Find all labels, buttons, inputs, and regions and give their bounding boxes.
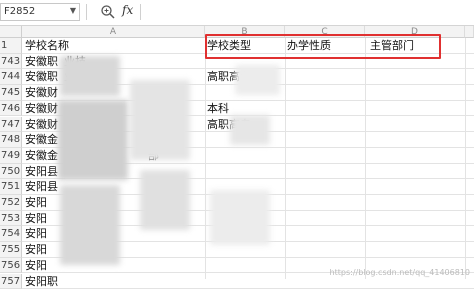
- cell-school-name[interactable]: 安阳: [25, 242, 47, 257]
- row-header[interactable]: 1: [0, 38, 22, 54]
- cell-school-type[interactable]: 本科: [207, 101, 229, 116]
- fx-button[interactable]: fx: [122, 3, 133, 17]
- row-header[interactable]: 756: [0, 258, 22, 274]
- redaction-blur: [210, 190, 270, 245]
- redaction-blur: [60, 185, 120, 265]
- row-header[interactable]: 752: [0, 195, 22, 211]
- row-header[interactable]: 753: [0, 211, 22, 227]
- separator: [86, 4, 87, 20]
- cell-school-name[interactable]: 安阳: [25, 211, 47, 226]
- cell-school-name[interactable]: 安徽职: [25, 69, 58, 84]
- header-school-name[interactable]: 学校名称: [25, 38, 69, 53]
- cell-school-name[interactable]: 安阳: [25, 226, 47, 241]
- cell-school-name[interactable]: 安阳职: [25, 274, 58, 289]
- row-header[interactable]: 755: [0, 242, 22, 258]
- cell-school-name[interactable]: 安阳县: [25, 164, 58, 179]
- cell-school-name[interactable]: 安徽职: [25, 54, 58, 69]
- separator: [140, 4, 141, 20]
- redaction-blur: [140, 170, 190, 230]
- row-header[interactable]: 743: [0, 54, 22, 70]
- column-header-e[interactable]: [465, 26, 474, 38]
- name-box[interactable]: F2852 ▼: [0, 3, 80, 21]
- row-header[interactable]: 750: [0, 164, 22, 180]
- watermark: https://blog.csdn.net/qq_41406810: [330, 268, 470, 277]
- row-header[interactable]: 746: [0, 101, 22, 117]
- highlight-box: [205, 34, 441, 59]
- cell-school-name[interactable]: 安阳: [25, 195, 47, 210]
- row-header[interactable]: 745: [0, 85, 22, 101]
- row-header[interactable]: 757: [0, 274, 22, 289]
- zoom-icon[interactable]: [100, 4, 116, 20]
- cell-school-name[interactable]: 安徽金: [25, 148, 58, 163]
- cell-school-name[interactable]: 安阳: [25, 258, 47, 273]
- cell-school-name[interactable]: 安徽财: [25, 117, 58, 132]
- row-header[interactable]: 744: [0, 69, 22, 85]
- select-all-corner[interactable]: [0, 26, 22, 38]
- redaction-blur: [235, 65, 280, 95]
- chevron-down-icon[interactable]: ▼: [70, 6, 76, 15]
- formula-bar: F2852 ▼ fx: [0, 0, 474, 26]
- redaction-blur: [60, 56, 120, 96]
- cell-school-name[interactable]: 安徽财: [25, 85, 58, 100]
- row-header[interactable]: 749: [0, 148, 22, 164]
- cell-school-name[interactable]: 安徽金: [25, 132, 58, 147]
- row-header[interactable]: 748: [0, 132, 22, 148]
- name-box-value: F2852: [4, 6, 35, 17]
- cell-school-name[interactable]: 安徽财: [25, 101, 58, 116]
- redaction-blur: [58, 100, 128, 180]
- row-header[interactable]: 751: [0, 179, 22, 195]
- redaction-blur: [130, 80, 190, 160]
- column-header-a[interactable]: A: [22, 26, 205, 38]
- row-header[interactable]: 754: [0, 226, 22, 242]
- row-header[interactable]: 747: [0, 117, 22, 133]
- redaction-blur: [230, 115, 270, 145]
- cell-school-name[interactable]: 安阳县: [25, 179, 58, 194]
